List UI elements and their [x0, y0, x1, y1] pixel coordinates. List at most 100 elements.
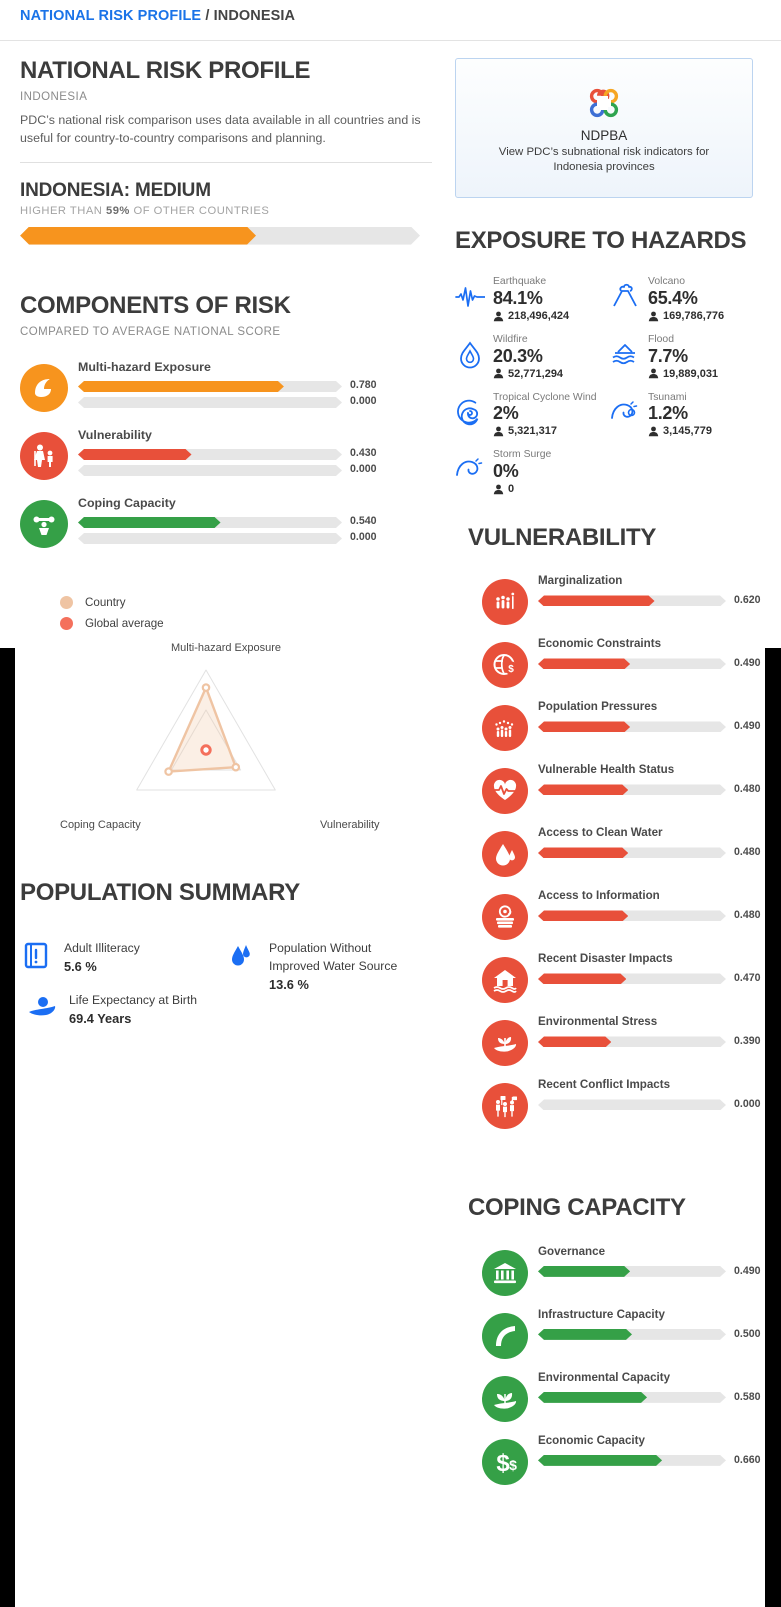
hand-leaf-icon	[482, 1375, 528, 1422]
svg-text:$: $	[509, 1457, 517, 1473]
hazard-population-value: 5,321,317	[508, 425, 557, 438]
hazard-percent: 0%	[493, 460, 519, 481]
components-rows: Multi-hazard Exposure 0.780 0.000 Vulnerabi…	[20, 360, 432, 558]
component-bar-average: 0.000	[78, 531, 432, 544]
hazard-text: Earthquake 84.1% 218,496,424	[493, 276, 569, 322]
component-row: Vulnerability 0.430 0.000	[20, 428, 432, 490]
hazard-population: 169,786,776	[648, 310, 724, 322]
indicator-row: $ Economic Constraints 0.490	[468, 636, 765, 698]
indicator-label: Governance	[538, 1244, 606, 1258]
ndpba-title: NDPBA	[580, 127, 628, 143]
hazard-cell: Volcano 65.4% 169,786,776	[610, 276, 765, 322]
indicator-row: Access to Clean Water 0.480	[468, 825, 765, 887]
flood-icon	[610, 340, 640, 370]
cyclone-icon	[455, 398, 485, 428]
indicator-label: Access to Information	[538, 889, 660, 903]
hazard-population-value: 52,771,294	[508, 367, 564, 380]
vulnerability-rows: Marginalization 0.620 $ Economic Constraint…	[468, 573, 765, 1139]
indicator-bar-fill	[538, 973, 626, 984]
hazard-population-value: 218,496,424	[508, 310, 570, 323]
population-summary-section: POPULATION SUMMARY Adult Illiteracy 5.6	[20, 879, 432, 1038]
indicator-value: 0.490	[734, 1264, 761, 1277]
radar-chart-svg	[136, 669, 276, 791]
hazard-population-value: 19,889,031	[663, 367, 719, 380]
risk-sub-percent: 59%	[105, 204, 130, 217]
indicator-bar: 0.470	[538, 972, 765, 985]
indicator-body: Marginalization 0.620	[538, 574, 765, 607]
component-average-track	[78, 533, 342, 544]
indicator-bar-fill	[538, 1036, 611, 1047]
risk-level-title: INDONESIA: MEDIUM	[20, 179, 211, 201]
indicator-body: Recent Disaster Impacts 0.470	[538, 952, 765, 985]
exposure-section: EXPOSURE TO HAZARDS Earthquake 84.1% 218,4…	[455, 227, 765, 507]
component-body: Vulnerability 0.430 0.000	[78, 428, 432, 476]
risk-level-progress-track	[20, 227, 420, 245]
indicator-row: Environmental Capacity 0.580	[468, 1370, 765, 1432]
breadcrumb-current-indonesia: INDONESIA	[213, 8, 296, 24]
indicator-value: 0.390	[734, 1035, 761, 1048]
indicator-row: Vulnerable Health Status 0.480	[468, 762, 765, 824]
indicator-bar: 0.480	[538, 783, 765, 796]
hazard-population: 52,771,294	[493, 368, 563, 380]
road-icon	[482, 1312, 528, 1359]
breadcrumb-link-national-risk-profile[interactable]: NATIONAL RISK PROFILE	[20, 8, 201, 24]
component-average-value: 0.000	[350, 395, 377, 407]
indicator-body: Governance 0.490	[538, 1245, 765, 1277]
at-books-icon	[482, 894, 528, 941]
indicator-bar: 0.480	[538, 909, 765, 922]
hazard-cell: Wildfire 20.3% 52,771,294	[455, 334, 610, 380]
hazard-percent: 7.7%	[648, 345, 688, 366]
hazard-name: Tsunami	[648, 391, 687, 403]
indicator-value: 0.490	[734, 720, 761, 733]
coping-capacity-rows: Governance 0.490 Infrastructure Capacity 0.…	[468, 1244, 765, 1495]
indicator-row: Population Pressures 0.490	[468, 699, 765, 761]
right-column: NDPBA View PDC’s subnational risk indica…	[455, 58, 765, 1496]
indicator-bar-fill	[538, 1329, 632, 1340]
component-bar-primary: 0.780	[78, 379, 432, 392]
population-item-name: Life Expectancy at Birth	[69, 993, 198, 1008]
hazard-text: Tropical Cyclone Wind 2% 5,321,317	[493, 392, 597, 438]
page-title: NATIONAL RISK PROFILE	[20, 57, 311, 84]
page-subtitle-country: INDONESIA	[20, 91, 88, 104]
component-body: Multi-hazard Exposure 0.780 0.000	[78, 360, 432, 408]
dollar-icon: $ $	[482, 1438, 528, 1485]
header-divider	[0, 40, 781, 41]
ndpba-description: View PDC’s subnational risk indicators f…	[498, 145, 710, 173]
hazard-population-value: 3,145,779	[663, 425, 712, 438]
heartbeat-icon	[482, 768, 528, 815]
wave-icon	[20, 364, 68, 412]
hazard-population: 19,889,031	[648, 368, 718, 380]
indicator-value: 0.480	[734, 783, 761, 796]
seismograph-icon	[455, 282, 486, 312]
indicator-body: Environmental Stress 0.390	[538, 1015, 765, 1048]
population-item-name: Adult Illiteracy	[64, 941, 140, 956]
hazard-cell: Flood 7.7% 19,889,031	[610, 334, 765, 380]
indicator-bar-fill	[538, 721, 630, 732]
radar-axis-label-exposure: Multi-hazard Exposure	[170, 642, 282, 654]
hazard-percent: 2%	[493, 403, 519, 424]
indicator-bar-fill	[538, 784, 628, 795]
indicator-value: 0.480	[734, 909, 761, 922]
component-average-value: 0.000	[350, 463, 377, 475]
legend-color-swatch-global-average	[60, 617, 73, 630]
indicator-label: Recent Conflict Impacts	[538, 1078, 671, 1092]
left-column: NATIONAL RISK PROFILE INDONESIA PDC’s na…	[20, 57, 432, 1038]
indicator-body: Economic Constraints 0.490	[538, 637, 765, 670]
component-average-value: 0.000	[350, 531, 377, 543]
book-alert-icon	[20, 938, 54, 972]
hazard-text: Flood 7.7% 19,889,031	[648, 334, 718, 380]
indicator-value: 0.470	[734, 972, 761, 985]
ndpba-card[interactable]: NDPBA View PDC’s subnational risk indica…	[455, 58, 753, 198]
exposure-hazard-grid: Earthquake 84.1% 218,496,424 Volcano 65.4% 16…	[455, 276, 765, 507]
population-item-text: Life Expectancy at Birth 69.4 Years	[69, 990, 197, 1026]
population-item-text: Population Without Improved Water Source…	[269, 938, 425, 992]
indicator-row: Governance 0.490	[468, 1244, 765, 1306]
population-item-value: 69.4 Years	[69, 1011, 132, 1027]
indicator-bar-fill	[538, 1266, 630, 1277]
indicator-body: Population Pressures 0.490	[538, 700, 765, 733]
indicator-label: Infrastructure Capacity	[538, 1307, 665, 1321]
risk-level-block: INDONESIA: MEDIUM HIGHER THAN 59% OF OTH…	[20, 180, 432, 245]
indicator-bar: 0.490	[538, 657, 765, 670]
coping-capacity-title: COPING CAPACITY	[468, 1194, 686, 1222]
hazard-cell: Earthquake 84.1% 218,496,424	[455, 276, 610, 322]
